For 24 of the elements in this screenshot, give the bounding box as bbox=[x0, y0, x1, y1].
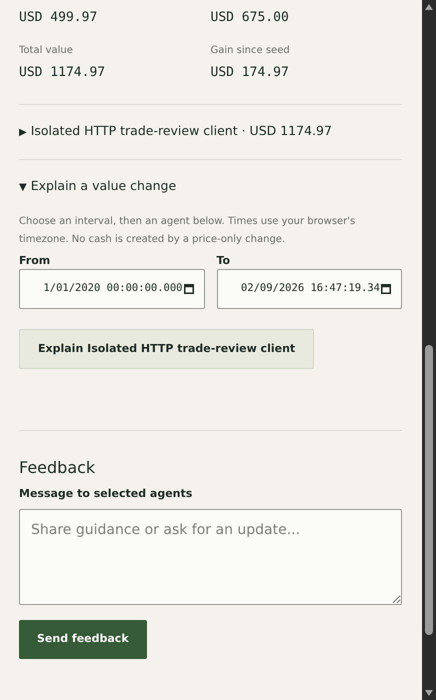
datetime-field[interactable]: 1/01/2020 00:00:00.000 bbox=[19, 269, 204, 309]
scrollbar[interactable] bbox=[422, 0, 436, 700]
message-field[interactable]: Share guidance or ask for an update... bbox=[19, 509, 402, 605]
calendar-icon[interactable] bbox=[381, 284, 391, 294]
field-label: To bbox=[216, 253, 232, 269]
metric-value: USD 675.00 bbox=[210, 9, 290, 27]
disclosure-summary[interactable]: ▼ Explain a value change bbox=[19, 160, 176, 205]
field-label: Message to selected agents bbox=[19, 486, 194, 502]
scroll-up-icon[interactable] bbox=[425, 4, 433, 10]
datetime-field[interactable]: 02/09/2026 16:47:19.34 bbox=[216, 269, 402, 309]
section-heading: Feedback bbox=[19, 457, 96, 479]
metric-value: USD 1174.97 bbox=[19, 64, 106, 82]
scroll-down-icon[interactable] bbox=[425, 690, 433, 696]
calendar-icon[interactable] bbox=[184, 284, 194, 294]
metric-label: Gain since seed bbox=[210, 44, 291, 58]
disclosure-summary[interactable]: ▶ Isolated HTTP trade-review client · USD 1174.97 bbox=[19, 105, 332, 159]
metric-value: USD 174.97 bbox=[210, 64, 290, 82]
scrollbar-thumb[interactable] bbox=[425, 345, 433, 635]
field-label: From bbox=[19, 253, 52, 269]
metric-label: Total value bbox=[19, 44, 74, 58]
hint-text: Choose an interval, then an agent below. Times use your browser's timezone. No cash is created by a price-only change. bbox=[19, 215, 356, 247]
explain-button[interactable]: Explain Isolated HTTP trade-review client bbox=[19, 329, 314, 369]
send-feedback-button[interactable]: Send feedback bbox=[19, 620, 147, 659]
metric-value: USD 499.97 bbox=[19, 9, 98, 27]
